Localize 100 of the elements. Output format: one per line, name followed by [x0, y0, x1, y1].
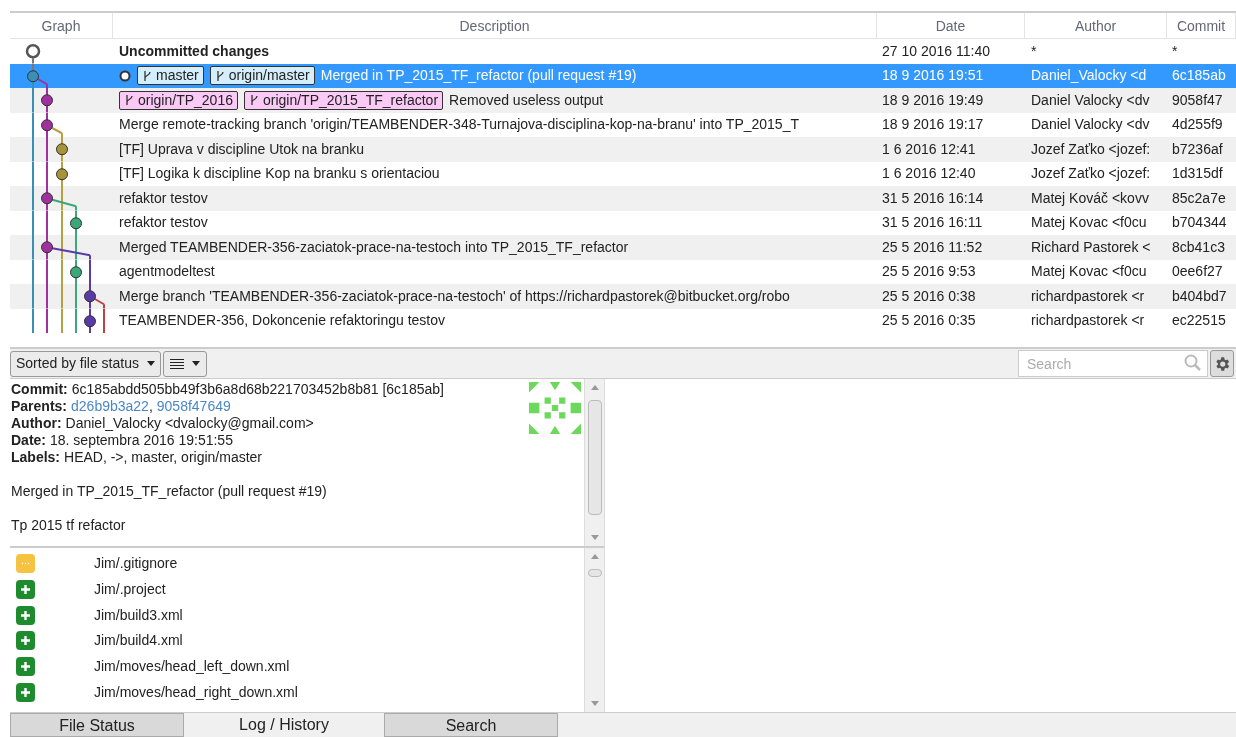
bottom-tab[interactable]: Search — [384, 713, 558, 737]
branch-label[interactable]: origin/TP_2015_TF_refactor — [243, 90, 444, 110]
commit-author: Jozef Zaťko <jozef: — [1030, 164, 1152, 184]
commit-date: 25 5 2016 0:38 — [881, 286, 977, 306]
commit-hash: 4d255f9 — [1171, 115, 1224, 135]
commit-author: Matej Kovac <f0cu — [1030, 213, 1148, 233]
scrollbar[interactable] — [584, 379, 604, 546]
column-header[interactable]: Graph — [10, 13, 113, 38]
column-header[interactable]: Commit — [1167, 13, 1236, 38]
file-path[interactable]: Jim/.project — [94, 579, 166, 601]
caret-icon — [146, 361, 155, 366]
file-path[interactable]: Jim/build4.xml — [94, 630, 183, 652]
added-file-icon — [16, 580, 35, 600]
branch-icon — [248, 94, 259, 107]
modified-file-icon — [16, 554, 35, 574]
identicon-drawing — [529, 382, 581, 434]
branch-icon — [142, 69, 152, 82]
scroll-up-icon[interactable] — [590, 554, 599, 559]
detail-label: Date: — [11, 432, 46, 449]
commit-hash: b404bd7 — [1171, 286, 1228, 306]
view-mode-dropdown[interactable] — [162, 350, 207, 377]
scroll-down-icon[interactable] — [590, 535, 599, 540]
commit-date: 18 9 2016 19:49 — [881, 90, 985, 110]
detail-value: Daniel_Valocky <dvalocky@gmail.com> — [65, 415, 314, 432]
commit-hash: 9058f47 — [1171, 90, 1224, 110]
column-header[interactable]: Description — [113, 13, 877, 38]
commit-date: 31 5 2016 16:11 — [881, 213, 984, 233]
commit-row[interactable]: Merged TEAMBENDER-356-zaciatok-prace-na-testoch into TP_2015_TF_refactor 25 5 2016 11:52 Richard Pastorek < 8cb41c3 — [10, 235, 1236, 260]
branch-label[interactable]: origin/master — [209, 66, 315, 86]
scroll-thumb[interactable] — [587, 400, 602, 515]
commit-hash: b7236af — [1171, 139, 1224, 159]
branch-label[interactable]: master — [137, 66, 204, 86]
detail-value: HEAD, ->, master, origin/master — [64, 449, 263, 466]
search-field[interactable]: Search — [1018, 350, 1208, 377]
scroll-up-icon[interactable] — [590, 385, 599, 390]
commit-author: Daniel_Valocky <d — [1030, 66, 1148, 86]
file-path[interactable]: Jim/moves/head_right_down.xml — [94, 681, 298, 703]
parent-commit-link[interactable]: d26b9b3a22 — [71, 398, 149, 415]
commit-message: Merged TEAMBENDER-356-zaciatok-prace-na-testoch into TP_2015_TF_refactor — [119, 237, 629, 257]
detail-label: Parents: — [11, 398, 68, 415]
commit-message: TEAMBENDER-356, Dokoncenie refaktoringu testov — [119, 311, 446, 331]
commit-row[interactable]: Merge branch 'TEAMBENDER-356-zaciatok-prace-na-testoch' of https://richardpastorek@bitbucket.org/robo 25 5 2016 0:38 richardpastorek <r b404bd7 — [10, 284, 1236, 309]
list-icon — [169, 357, 184, 370]
commit-author: Daniel Valocky <dv — [1030, 115, 1151, 135]
detail-value: 18. septembra 2016 19:51:55 — [50, 432, 233, 449]
commit-message: [TF] Uprava v discipline Utok na branku — [119, 139, 365, 159]
commit-author: richardpastorek <r — [1030, 311, 1146, 331]
commit-message-text: Tp 2015 tf refactor — [11, 517, 127, 534]
file-path[interactable]: Jim/.gitignore — [94, 553, 178, 575]
parent-commit-link[interactable]: 9058f47649 — [156, 398, 231, 415]
commit-message: Merged in TP_2015_TF_refactor (pull request #19) — [320, 66, 637, 86]
caret-icon — [191, 361, 200, 366]
detail-label: Author: — [11, 415, 62, 432]
commit-row[interactable]: [TF] Uprava v discipline Utok na branku 1 6 2016 12:41 Jozef Zaťko <jozef: b7236af — [10, 137, 1236, 162]
commit-date: 25 5 2016 9:53 — [881, 262, 977, 282]
file-path[interactable]: Jim/build3.xml — [94, 604, 183, 626]
search-icon — [1184, 354, 1202, 372]
scroll-down-icon[interactable] — [590, 701, 599, 706]
bottom-tab[interactable]: File Status — [10, 713, 184, 737]
commit-date: 18 9 2016 19:51 — [881, 66, 985, 86]
commit-row[interactable]: refaktor testov 31 5 2016 16:14 Matej Kováč <kovv 85c2a7e — [10, 186, 1236, 211]
separator: , — [148, 398, 153, 415]
commit-hash: 6c185ab — [1171, 66, 1227, 86]
scrollbar[interactable] — [584, 548, 604, 712]
commit-hash: 1d315df — [1171, 164, 1224, 184]
settings-button[interactable] — [1210, 350, 1234, 377]
commit-message: refaktor testov — [119, 188, 208, 208]
added-file-icon — [16, 682, 35, 702]
commit-message: Uncommitted changes — [119, 41, 270, 61]
commit-message: Merge remote-tracking branch 'origin/TEAMBENDER-348-Turnajova-disciplina-kop-na-branu' into TP_2015_T — [119, 115, 799, 135]
column-header[interactable]: Author — [1025, 13, 1167, 38]
commit-row[interactable]: origin/TP_2016 origin/TP_2015_TF_refactor Removed useless output 18 9 2016 19:49 Daniel Valocky <dv 9058f47 — [10, 88, 1236, 113]
commit-author: Jozef Zaťko <jozef: — [1030, 139, 1152, 159]
commit-author: Matej Kovac <f0cu — [1030, 262, 1148, 282]
commit-hash: b704344 — [1171, 213, 1228, 233]
commit-hash: * — [1171, 41, 1179, 61]
detail-label: Commit: — [11, 381, 68, 398]
commit-author: * — [1030, 41, 1038, 61]
commit-author: Daniel Valocky <dv — [1030, 90, 1151, 110]
commit-message: Removed useless output — [449, 90, 604, 110]
branch-label[interactable]: origin/TP_2016 — [119, 90, 238, 110]
commit-message: Merge branch 'TEAMBENDER-356-zaciatok-prace-na-testoch' of https://richardpastorek@bitbucket.org/robo — [119, 286, 790, 306]
commit-author: richardpastorek <r — [1030, 286, 1146, 306]
column-header[interactable]: Date — [877, 13, 1025, 38]
commit-hash: 8cb41c3 — [1171, 237, 1226, 257]
added-file-icon — [16, 605, 35, 625]
commit-date: 27 10 2016 11:40 — [881, 41, 991, 61]
added-file-icon — [16, 657, 35, 677]
commit-hash: 85c2a7e — [1171, 188, 1227, 208]
commit-message: agentmodeltest — [119, 262, 215, 282]
commit-row[interactable]: master origin/master Merged in TP_2015_TF_refactor (pull request #19) 18 9 2016 19:51 Daniel_Valocky <d 6c185ab — [10, 63, 1236, 88]
commit-date: 25 5 2016 11:52 — [881, 237, 984, 257]
commit-date: 31 5 2016 16:14 — [881, 188, 985, 208]
commit-date: 1 6 2016 12:40 — [881, 164, 977, 184]
file-path[interactable]: Jim/moves/head_left_down.xml — [94, 656, 290, 678]
sort-dropdown[interactable]: Sorted by file status — [10, 350, 161, 377]
commit-date: 18 9 2016 19:17 — [881, 115, 985, 135]
commit-hash: 0ee6f27 — [1171, 262, 1224, 282]
scroll-thumb[interactable] — [587, 569, 602, 577]
commit-author: Matej Kováč <kovv — [1030, 188, 1150, 208]
